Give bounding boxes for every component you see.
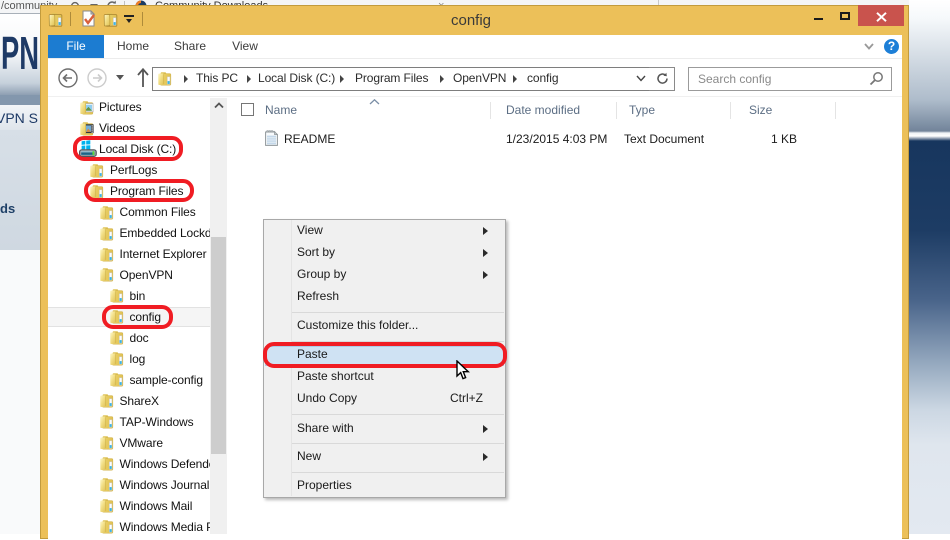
svg-text:PN: PN <box>1 28 39 74</box>
